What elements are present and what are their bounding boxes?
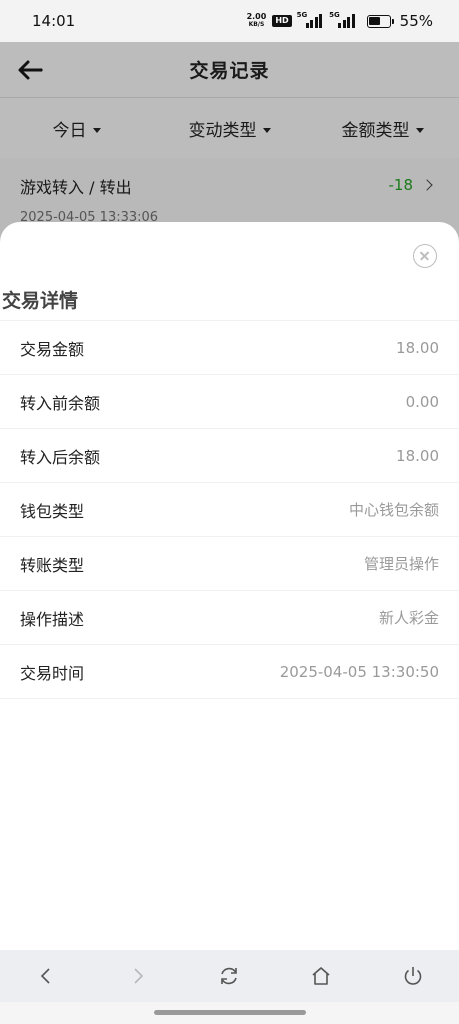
detail-row-balance-before: 转入前余额 0.00 (0, 375, 459, 429)
hd-icon: HD (272, 15, 292, 27)
detail-row-time: 交易时间 2025-04-05 13:30:50 (0, 645, 459, 699)
battery-percent: 55% (399, 12, 433, 30)
detail-value: 中心钱包余额 (348, 501, 439, 519)
detail-row-balance-after: 转入后余额 18.00 (0, 429, 459, 483)
refresh-icon (221, 967, 238, 985)
back-arrow-icon[interactable] (16, 58, 44, 82)
sheet-title: 交易详情 (2, 290, 79, 312)
detail-value: 0.00 (405, 392, 439, 411)
detail-label: 操作描述 (20, 609, 85, 629)
close-icon[interactable] (413, 244, 437, 268)
detail-label: 转入前余额 (20, 393, 101, 413)
nav-power-button[interactable] (391, 954, 435, 998)
filter-amount-type-label: 金额类型 (341, 120, 410, 141)
nav-back-button[interactable] (24, 954, 68, 998)
back-chevron-icon (40, 968, 50, 984)
network-speed: 2.00 KB/S (247, 13, 267, 29)
filter-date[interactable]: 今日 (0, 116, 153, 141)
transaction-detail-sheet: 交易详情 交易金额 18.00 转入前余额 0.00 转入后余额 18.00 钱… (0, 222, 459, 950)
signal-tag-2: 5G (329, 11, 340, 19)
detail-value: 18.00 (396, 446, 439, 465)
detail-value: 18.00 (396, 338, 439, 357)
status-time: 14:01 (32, 12, 76, 30)
filter-date-label: 今日 (52, 120, 87, 141)
detail-row-transfer-type: 转账类型 管理员操作 (0, 537, 459, 591)
filter-change-type[interactable]: 变动类型 (153, 116, 306, 141)
signal-tag: 5G (296, 11, 308, 19)
browser-bottom-nav (0, 950, 459, 1002)
network-speed-unit: KB/S (248, 21, 265, 28)
record-amount: -18 (388, 176, 414, 194)
record-amount-wrap: -18 (388, 176, 433, 194)
filter-bar: 今日 变动类型 金额类型 (0, 98, 459, 158)
detail-value: 管理员操作 (363, 555, 439, 573)
signal-icon-2: 5G (329, 11, 355, 28)
list-item[interactable]: 游戏转入 / 转出 2025-04-05 13:33:06 -18 (0, 158, 459, 225)
filter-change-type-label: 变动类型 (188, 120, 257, 141)
power-icon (404, 967, 422, 985)
detail-list: 交易金额 18.00 转入前余额 0.00 转入后余额 18.00 钱包类型 中… (0, 320, 459, 699)
home-indicator[interactable] (154, 1010, 306, 1015)
detail-label: 钱包类型 (20, 501, 85, 521)
detail-label: 转入后余额 (20, 447, 101, 467)
detail-label: 转账类型 (20, 555, 85, 575)
detail-row-wallet-type: 钱包类型 中心钱包余额 (0, 483, 459, 537)
signal-icon: 5G (297, 11, 323, 28)
page-title: 交易记录 (189, 60, 270, 82)
detail-label: 交易时间 (20, 663, 85, 683)
status-icons: 2.00 KB/S HD 5G 5G 55% (247, 11, 433, 30)
network-speed-value: 2.00 (246, 12, 267, 21)
chevron-right-icon (421, 179, 433, 191)
record-title: 游戏转入 / 转出 (20, 178, 132, 197)
battery-icon (366, 14, 394, 28)
caret-down-icon (262, 128, 271, 133)
nav-refresh-button[interactable] (207, 954, 251, 998)
nav-forward-button[interactable] (116, 954, 160, 998)
forward-chevron-icon (134, 968, 143, 984)
detail-label: 交易金额 (20, 339, 85, 359)
detail-value: 2025-04-05 13:30:50 (279, 662, 439, 681)
filter-amount-type[interactable]: 金额类型 (306, 116, 459, 141)
caret-down-icon (415, 128, 424, 133)
detail-row-description: 操作描述 新人彩金 (0, 591, 459, 645)
home-icon (312, 967, 330, 985)
nav-home-button[interactable] (299, 954, 343, 998)
status-bar: 14:01 2.00 KB/S HD 5G 5G 55% (0, 0, 459, 42)
detail-value: 新人彩金 (378, 609, 439, 627)
detail-row-amount: 交易金额 18.00 (0, 321, 459, 375)
caret-down-icon (92, 128, 101, 133)
app-header: 交易记录 (0, 42, 459, 98)
